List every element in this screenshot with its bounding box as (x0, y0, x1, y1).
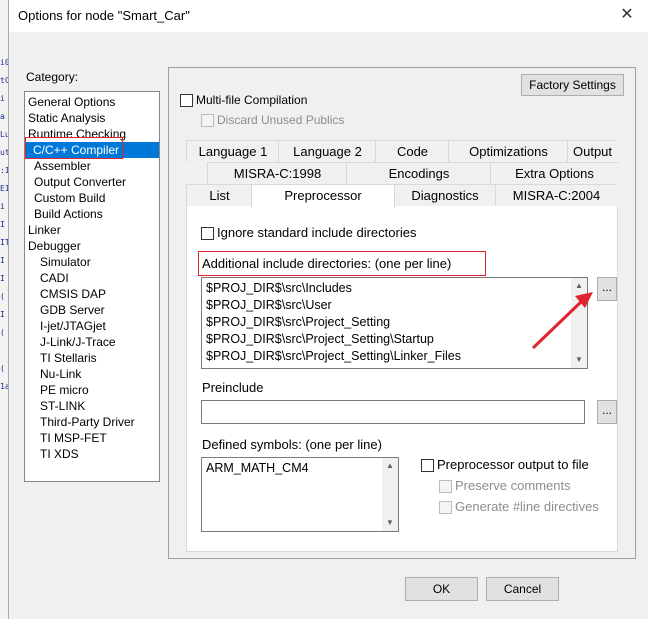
category-item[interactable]: J-Link/J-Trace (39, 334, 120, 350)
window-title: Options for node "Smart_Car" (18, 8, 190, 23)
include-dir-line: $PROJ_DIR$\src\Project_Setting\Linker_Fi… (206, 349, 461, 363)
category-item[interactable]: GDB Server (39, 302, 109, 318)
preinclude-input[interactable] (201, 400, 585, 424)
include-dir-line: $PROJ_DIR$\src\User (206, 298, 332, 312)
tab-encodings[interactable]: Encodings (346, 162, 491, 184)
multifile-label: Multi-file Compilation (196, 93, 308, 107)
category-item[interactable]: Nu-Link (39, 366, 85, 382)
background-glyph: I (0, 220, 5, 229)
tab-preprocessor[interactable]: Preprocessor (251, 184, 395, 208)
category-item[interactable]: TI XDS (39, 446, 83, 462)
defined-symbols-scrollbar[interactable]: ▲ ▼ (382, 458, 398, 531)
tab-language-2[interactable]: Language 2 (278, 140, 376, 162)
background-glyph: ( (0, 364, 5, 373)
category-item[interactable]: TI MSP-FET (39, 430, 111, 446)
tab-code[interactable]: Code (375, 140, 449, 162)
category-item[interactable]: Simulator (39, 254, 95, 270)
background-glyph: I (0, 310, 5, 319)
tab-list[interactable]: List (186, 184, 252, 206)
background-glyph: a (0, 112, 5, 121)
category-item[interactable]: Build Actions (33, 206, 107, 222)
category-item[interactable]: CADI (39, 270, 73, 286)
close-icon[interactable]: ✕ (615, 4, 639, 26)
defined-symbols-label: Defined symbols: (one per line) (202, 437, 382, 452)
include-dirs-browse-button[interactable]: ... (597, 277, 617, 301)
ok-button[interactable]: OK (405, 577, 478, 601)
category-item[interactable]: General Options (27, 94, 119, 110)
title-bar: Options for node "Smart_Car" ✕ (9, 0, 648, 32)
preproc-output-label: Preprocessor output to file (437, 457, 589, 472)
category-list[interactable]: General Options Static Analysis Runtime Ch… (24, 91, 160, 482)
factory-settings-button[interactable]: Factory Settings (521, 74, 624, 96)
multifile-checkbox[interactable] (180, 94, 193, 107)
category-item[interactable]: Debugger (27, 238, 85, 254)
preserve-comments-label: Preserve comments (455, 478, 571, 493)
preproc-output-checkbox[interactable] (421, 459, 434, 472)
tab-extra-options[interactable]: Extra Options (490, 162, 618, 184)
annotation-arrow-icon (531, 292, 593, 350)
options-dialog: Options for node "Smart_Car" ✕ Category:… (8, 0, 648, 619)
tab-diagnostics[interactable]: Diagnostics (393, 184, 496, 206)
tab-output[interactable]: Output (567, 140, 617, 162)
background-glyph: ( (0, 328, 5, 337)
generate-line-checkbox[interactable] (439, 501, 452, 514)
include-dirs-label: Additional include directories: (one per… (202, 256, 452, 271)
cancel-button[interactable]: Cancel (486, 577, 559, 601)
ignore-std-include-label: Ignore standard include directories (217, 225, 417, 240)
scroll-up-icon[interactable]: ▲ (382, 458, 398, 474)
category-item[interactable]: Output Converter (33, 174, 130, 190)
category-item[interactable]: Runtime Checking (27, 126, 130, 142)
options-panel: Factory Settings Multi-file Compilation … (168, 67, 636, 559)
background-glyph: I (0, 256, 5, 265)
category-item[interactable]: PE micro (39, 382, 93, 398)
category-item[interactable]: Linker (27, 222, 65, 238)
tab-misra-c-2004[interactable]: MISRA-C:2004 (495, 184, 617, 206)
defined-symbols-textarea[interactable]: ARM_MATH_CM4 ▲ ▼ (201, 457, 399, 532)
include-dir-line: $PROJ_DIR$\src\Project_Setting (206, 315, 391, 329)
tab-misra-c-1998[interactable]: MISRA-C:1998 (207, 162, 347, 184)
background-glyph: I (0, 274, 5, 283)
preprocessor-tab-content: Ignore standard include directories Addi… (186, 205, 618, 552)
category-item[interactable]: C/C++ Compiler (26, 142, 159, 158)
preinclude-label: Preinclude (202, 380, 264, 395)
generate-line-label: Generate #line directives (455, 499, 599, 514)
background-glyph: i (0, 202, 5, 211)
category-item[interactable]: Third-Party Driver (39, 414, 139, 430)
background-glyph: i (0, 94, 5, 103)
include-dir-line: $PROJ_DIR$\src\Project_Setting\Startup (206, 332, 434, 346)
include-dir-line: $PROJ_DIR$\src\Includes (206, 281, 352, 295)
category-item[interactable]: Assembler (33, 158, 95, 174)
category-label: Category: (26, 70, 79, 84)
preserve-comments-checkbox[interactable] (439, 480, 452, 493)
category-item[interactable]: ST-LINK (39, 398, 89, 414)
category-item[interactable]: TI Stellaris (39, 350, 101, 366)
category-item[interactable]: Custom Build (33, 190, 109, 206)
tab-optimizations[interactable]: Optimizations (448, 140, 568, 162)
ignore-std-include-checkbox[interactable] (201, 227, 214, 240)
preinclude-browse-button[interactable]: ... (597, 400, 617, 424)
category-item[interactable]: I-jet/JTAGjet (39, 318, 110, 334)
background-glyph: ( (0, 292, 5, 301)
discard-unused-label: Discard Unused Publics (217, 113, 345, 127)
discard-unused-checkbox[interactable] (201, 114, 214, 127)
category-item[interactable]: Static Analysis (27, 110, 109, 126)
tab-language-1[interactable]: Language 1 (186, 140, 279, 162)
scroll-down-icon[interactable]: ▼ (382, 515, 398, 531)
defined-symbol-line: ARM_MATH_CM4 (206, 461, 309, 475)
category-item[interactable]: CMSIS DAP (39, 286, 110, 302)
